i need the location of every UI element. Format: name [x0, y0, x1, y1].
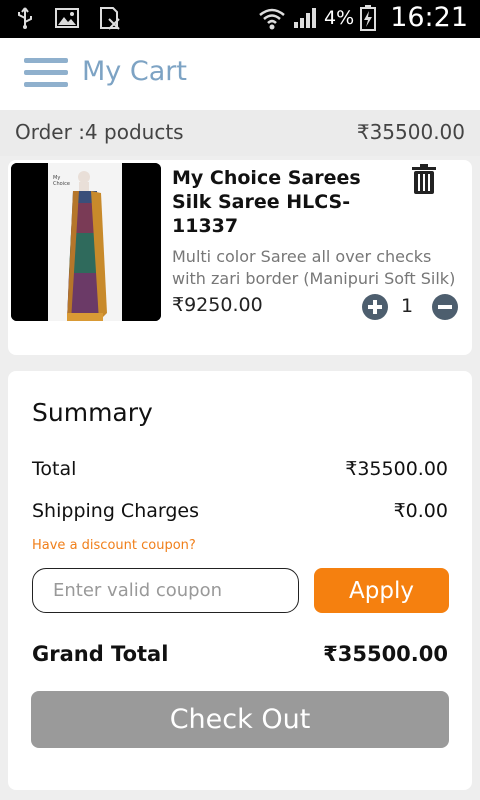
- product-name[interactable]: My Choice Sarees Silk Saree HLCS-11337: [172, 166, 392, 238]
- quantity-value: 1: [401, 295, 414, 317]
- status-bar: 4% 16:21: [0, 0, 480, 38]
- trash-icon[interactable]: [412, 164, 436, 194]
- clock: 16:21: [390, 2, 468, 33]
- battery-charging-icon: [360, 4, 377, 31]
- app-bar: My Cart: [0, 38, 480, 110]
- shipping-label: Shipping Charges: [32, 500, 200, 522]
- summary-card: Summary Total ₹35500.00 Shipping Charges…: [8, 371, 472, 790]
- plus-circle-icon[interactable]: [362, 294, 388, 320]
- signal-icon: [294, 7, 317, 28]
- battery-percent: 4%: [324, 6, 355, 29]
- discount-coupon-link[interactable]: Have a discount coupon?: [32, 538, 196, 553]
- usb-icon: [18, 7, 32, 29]
- image-icon: [55, 8, 79, 28]
- grand-total-value: ₹35500.00: [323, 642, 448, 666]
- order-total: ₹35500.00: [356, 120, 465, 144]
- minus-circle-icon[interactable]: [432, 294, 458, 320]
- total-value: ₹35500.00: [345, 458, 448, 480]
- page-title: My Cart: [82, 56, 187, 87]
- grand-total-label: Grand Total: [32, 642, 169, 666]
- checkout-button[interactable]: Check Out: [31, 691, 449, 748]
- product-price: ₹9250.00: [172, 294, 263, 316]
- cart-item: My Choice My Choice Sarees Silk Saree HL…: [8, 160, 472, 355]
- coupon-input[interactable]: [32, 568, 299, 613]
- apply-button[interactable]: Apply: [314, 568, 449, 613]
- sim-blocked-icon: [100, 7, 120, 30]
- order-count: Order :4 poducts: [15, 120, 184, 144]
- wifi-icon: [259, 8, 285, 29]
- svg-text:Choice: Choice: [53, 181, 70, 187]
- shipping-value: ₹0.00: [393, 500, 448, 522]
- order-summary-bar: Order :4 poducts ₹35500.00: [0, 110, 480, 156]
- summary-title: Summary: [32, 398, 153, 427]
- product-image[interactable]: My Choice: [11, 163, 161, 321]
- product-description: Multi color Saree all over checks with z…: [172, 247, 456, 288]
- total-label: Total: [32, 458, 77, 480]
- menu-icon[interactable]: [24, 58, 68, 92]
